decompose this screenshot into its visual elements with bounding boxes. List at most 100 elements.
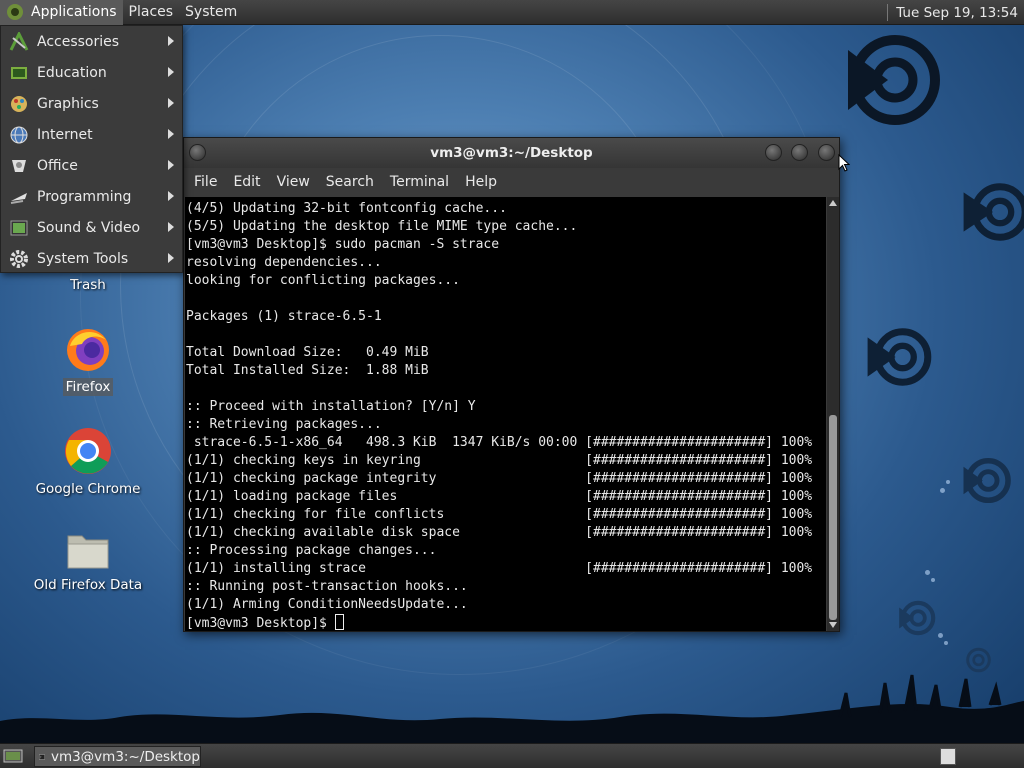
scrollbar-thumb[interactable] xyxy=(829,415,837,620)
bubble xyxy=(944,641,948,645)
desktop-icon-label: Firefox xyxy=(62,378,114,396)
minimize-button[interactable] xyxy=(765,144,782,161)
menu-item-accessories[interactable]: Accessories xyxy=(1,26,182,57)
menu-item-system-tools[interactable]: System Tools xyxy=(1,243,182,274)
terminal-line: strace-6.5-1-x86_64 498.3 KiB 1347 KiB/s… xyxy=(186,435,813,450)
terminal-line: :: Processing package changes... xyxy=(186,543,437,558)
programming-icon xyxy=(8,186,30,208)
desktop-icon-label: Old Firefox Data xyxy=(33,577,143,593)
taskbar-window-button[interactable]: vm3@vm3:~/Desktop xyxy=(34,746,201,767)
close-button[interactable] xyxy=(818,144,835,161)
internet-globe-icon xyxy=(8,124,30,146)
menu-edit[interactable]: Edit xyxy=(225,174,268,190)
logo-decoration-icon xyxy=(963,183,1024,241)
desktop-icon-old-firefox-data[interactable]: Old Firefox Data xyxy=(28,528,148,594)
terminal-output[interactable]: (4/5) Updating 32-bit fontconfig cache..… xyxy=(185,197,826,631)
terminal-line: :: Retrieving packages... xyxy=(186,417,382,432)
logo-decoration-icon xyxy=(867,328,932,386)
window-title: vm3@vm3:~/Desktop xyxy=(430,145,593,161)
terminal-line: resolving dependencies... xyxy=(186,255,382,270)
desktop-icon-trash[interactable]: Trash xyxy=(28,276,148,294)
folder-icon xyxy=(67,535,109,569)
system-menu-button[interactable]: System xyxy=(179,0,243,25)
menu-item-graphics[interactable]: Graphics xyxy=(1,88,182,119)
submenu-arrow-icon xyxy=(168,36,174,46)
scroll-down-arrow-icon[interactable] xyxy=(829,622,837,628)
workspace-switcher-icon[interactable] xyxy=(940,748,956,765)
menu-item-sound-video[interactable]: Sound & Video xyxy=(1,212,182,243)
terminal-line: Packages (1) strace-6.5-1 xyxy=(186,309,382,324)
menu-file[interactable]: File xyxy=(186,174,225,190)
sound-video-icon xyxy=(8,217,30,239)
desktop-icon-firefox[interactable]: Firefox xyxy=(28,326,148,396)
window-titlebar[interactable]: vm3@vm3:~/Desktop xyxy=(184,138,839,168)
logo-decoration-icon xyxy=(848,35,940,125)
maximize-button[interactable] xyxy=(791,144,808,161)
bubble xyxy=(946,480,950,484)
terminal-line: looking for conflicting packages... xyxy=(186,273,460,288)
terminal-prompt-line: [vm3@vm3 Desktop]$ xyxy=(186,614,812,631)
accessories-icon xyxy=(8,31,30,53)
terminal-line: (1/1) checking available disk space [###… xyxy=(186,525,813,540)
graphics-icon xyxy=(8,93,30,115)
submenu-arrow-icon xyxy=(168,160,174,170)
applications-menu-label: Applications xyxy=(31,4,117,20)
desktop-icon-label: Trash xyxy=(70,277,106,293)
education-icon xyxy=(8,62,30,84)
show-desktop-icon[interactable] xyxy=(3,748,23,765)
terminal-line: (1/1) checking package integrity [######… xyxy=(186,471,813,486)
desktop-icon-label: Google Chrome xyxy=(35,481,141,497)
panel-separator xyxy=(887,4,889,21)
terminal-line: (1/1) loading package files [###########… xyxy=(186,489,813,504)
submenu-arrow-icon xyxy=(168,129,174,139)
logo-decoration-icon xyxy=(966,647,991,673)
terminal-window[interactable]: vm3@vm3:~/Desktop File Edit View Search … xyxy=(183,137,840,632)
menu-item-education[interactable]: Education xyxy=(1,57,182,88)
terminal-menubar: File Edit View Search Terminal Help xyxy=(184,168,839,196)
menu-item-programming[interactable]: Programming xyxy=(1,181,182,212)
menu-terminal[interactable]: Terminal xyxy=(382,174,457,190)
bottom-taskbar: vm3@vm3:~/Desktop xyxy=(0,743,1024,768)
terminal-scrollbar[interactable] xyxy=(827,197,839,631)
menu-item-internet[interactable]: Internet xyxy=(1,119,182,150)
terminal-line: (4/5) Updating 32-bit fontconfig cache..… xyxy=(186,201,507,216)
logo-decoration-icon xyxy=(899,600,936,636)
scroll-up-arrow-icon[interactable] xyxy=(829,200,837,206)
bubble xyxy=(925,570,930,575)
taskbar-window-label: vm3@vm3:~/Desktop xyxy=(50,748,200,765)
submenu-arrow-icon xyxy=(168,67,174,77)
terminal-prompt: [vm3@vm3 Desktop]$ xyxy=(186,616,335,631)
mouse-pointer-icon xyxy=(838,154,850,172)
applications-menu-button[interactable]: Applications xyxy=(0,0,123,25)
top-panel: Applications Places System Tue Sep 19, 1… xyxy=(0,0,1024,25)
firefox-icon xyxy=(67,329,109,371)
terminal-line: Total Download Size: 0.49 MiB xyxy=(186,345,429,360)
menu-item-office[interactable]: Office xyxy=(1,150,182,181)
bubble xyxy=(931,578,935,582)
terminal-line: (5/5) Updating the desktop file MIME typ… xyxy=(186,219,578,234)
terminal-line: (1/1) checking keys in keyring [########… xyxy=(186,453,813,468)
logo-decoration-icon xyxy=(963,457,1011,504)
desktop-icon-google-chrome[interactable]: Google Chrome xyxy=(28,426,148,498)
bubble xyxy=(938,633,943,638)
submenu-arrow-icon xyxy=(168,98,174,108)
menu-help[interactable]: Help xyxy=(457,174,505,190)
applications-menu: Accessories Education Graphics Internet … xyxy=(0,25,183,273)
terminal-line: (1/1) checking for file conflicts [#####… xyxy=(186,507,813,522)
terminal-line: (1/1) installing strace [###############… xyxy=(186,561,813,576)
places-menu-button[interactable]: Places xyxy=(123,0,180,25)
system-tools-gear-icon xyxy=(8,248,30,270)
grass-silhouette xyxy=(0,674,1024,743)
menu-search[interactable]: Search xyxy=(318,174,382,190)
terminal-lines: (4/5) Updating 32-bit fontconfig cache..… xyxy=(186,200,812,631)
gnome-foot-icon xyxy=(7,4,23,20)
terminal-icon xyxy=(39,753,45,760)
submenu-arrow-icon xyxy=(168,191,174,201)
menu-view[interactable]: View xyxy=(269,174,318,190)
submenu-arrow-icon xyxy=(168,222,174,232)
office-icon xyxy=(8,155,30,177)
panel-clock[interactable]: Tue Sep 19, 13:54 xyxy=(896,5,1018,21)
text-cursor xyxy=(334,614,344,630)
